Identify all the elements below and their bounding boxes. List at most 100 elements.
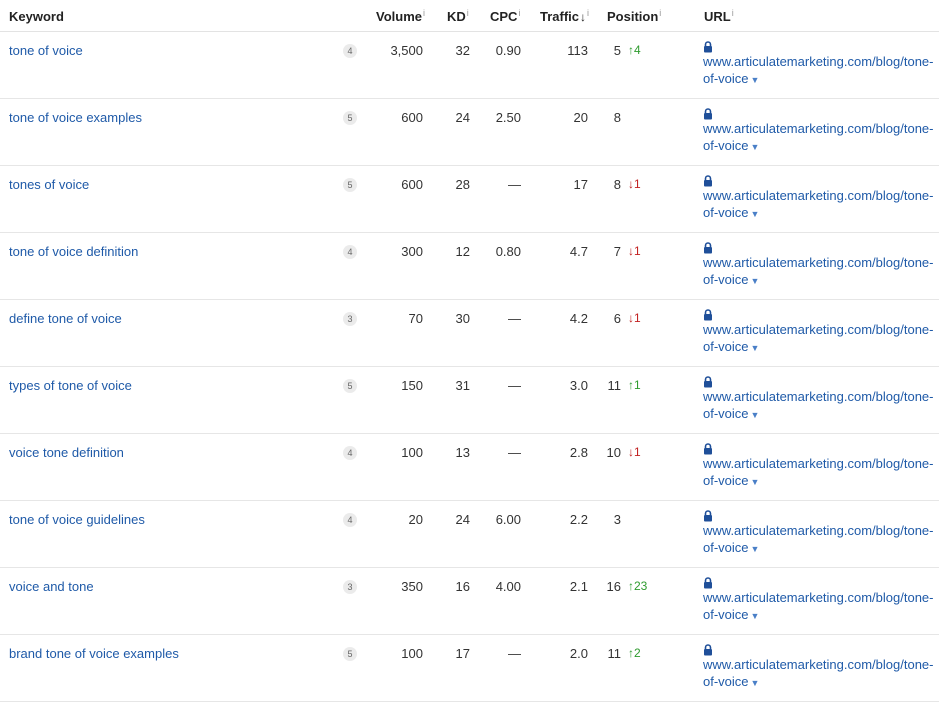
keyword-link[interactable]: voice tone definition (9, 445, 124, 460)
serp-features-badge[interactable]: 5 (343, 111, 357, 125)
traffic-value: 2.1 (569, 579, 588, 594)
url-text[interactable]: www.articulatemarketing.com/blog/tone-of… (703, 590, 934, 622)
url-link[interactable]: www.articulatemarketing.com/blog/tone-of… (703, 510, 935, 558)
cpc-value: — (508, 378, 521, 393)
traffic-value: 20 (573, 110, 588, 125)
url-text[interactable]: www.articulatemarketing.com/blog/tone-of… (703, 389, 934, 421)
url-link[interactable]: www.articulatemarketing.com/blog/tone-of… (703, 242, 935, 290)
position-change: ↑4 (628, 43, 641, 57)
keyword-link[interactable]: brand tone of voice examples (9, 646, 179, 661)
info-icon[interactable]: i (518, 8, 520, 18)
url-text[interactable]: www.articulatemarketing.com/blog/tone-of… (703, 255, 934, 287)
table-row: voice tone definition 4 100 13 — 2.8 10 … (0, 434, 939, 501)
url-text[interactable]: www.articulatemarketing.com/blog/tone-of… (703, 188, 934, 220)
url-link[interactable]: www.articulatemarketing.com/blog/tone-of… (703, 443, 935, 491)
url-link[interactable]: www.articulatemarketing.com/blog/tone-of… (703, 376, 935, 424)
position-value: 5 (613, 43, 621, 58)
table-row: define tone of voice 3 70 30 — 4.2 6 ↓1 … (0, 300, 939, 367)
url-text[interactable]: www.articulatemarketing.com/blog/tone-of… (703, 523, 934, 555)
position-value: 6 (613, 311, 621, 326)
traffic-value: 2.2 (569, 512, 588, 527)
caret-down-icon[interactable]: ▼ (751, 75, 760, 85)
lock-icon (704, 309, 712, 321)
header-volume[interactable]: Volumei (376, 8, 425, 24)
serp-features-badge[interactable]: 3 (343, 580, 357, 594)
serp-features-badge[interactable]: 5 (343, 178, 357, 192)
header-cpc[interactable]: CPCi (490, 8, 520, 24)
info-icon[interactable]: i (423, 8, 425, 18)
serp-features-badge[interactable]: 3 (343, 312, 357, 326)
caret-down-icon[interactable]: ▼ (751, 544, 760, 554)
url-link[interactable]: www.articulatemarketing.com/blog/tone-of… (703, 41, 935, 89)
lock-icon (704, 644, 712, 656)
kd-value: 24 (455, 110, 470, 125)
caret-down-icon[interactable]: ▼ (751, 611, 760, 621)
info-icon[interactable]: i (659, 8, 661, 18)
caret-down-icon[interactable]: ▼ (751, 477, 760, 487)
url-link[interactable]: www.articulatemarketing.com/blog/tone-of… (703, 644, 935, 692)
lock-icon (704, 108, 712, 120)
traffic-value: 2.8 (569, 445, 588, 460)
lock-icon (704, 376, 712, 388)
keyword-link[interactable]: voice and tone (9, 579, 94, 594)
url-text[interactable]: www.articulatemarketing.com/blog/tone-of… (703, 121, 934, 153)
caret-down-icon[interactable]: ▼ (751, 343, 760, 353)
cpc-value: 2.50 (495, 110, 521, 125)
kd-value: 32 (455, 43, 470, 58)
lock-icon (704, 41, 712, 53)
traffic-value: 4.2 (569, 311, 588, 326)
kd-value: 24 (455, 512, 470, 527)
caret-down-icon[interactable]: ▼ (751, 142, 760, 152)
keyword-link[interactable]: tone of voice guidelines (9, 512, 145, 527)
info-icon[interactable]: i (467, 8, 469, 18)
url-link[interactable]: www.articulatemarketing.com/blog/tone-of… (703, 309, 935, 357)
header-kd[interactable]: KDi (447, 8, 469, 24)
keyword-link[interactable]: types of tone of voice (9, 378, 132, 393)
kd-value: 28 (455, 177, 470, 192)
caret-down-icon[interactable]: ▼ (751, 678, 760, 688)
url-link[interactable]: www.articulatemarketing.com/blog/tone-of… (703, 175, 935, 223)
cpc-value: 4.00 (495, 579, 521, 594)
header-traffic[interactable]: Traffic↓i (540, 8, 589, 24)
serp-features-badge[interactable]: 4 (343, 513, 357, 527)
traffic-value: 3.0 (569, 378, 588, 393)
table-header: Keyword Volumei KDi CPCi Traffic↓i Posit… (0, 0, 939, 32)
serp-features-badge[interactable]: 4 (343, 245, 357, 259)
header-keyword-label: Keyword (9, 9, 64, 24)
url-link[interactable]: www.articulatemarketing.com/blog/tone-of… (703, 108, 935, 156)
keyword-link[interactable]: tone of voice examples (9, 110, 142, 125)
url-text[interactable]: www.articulatemarketing.com/blog/tone-of… (703, 322, 934, 354)
kd-value: 12 (455, 244, 470, 259)
table-row: tones of voice 5 600 28 — 17 8 ↓1 www.ar… (0, 166, 939, 233)
caret-down-icon[interactable]: ▼ (751, 209, 760, 219)
serp-features-badge[interactable]: 5 (343, 647, 357, 661)
volume-value: 600 (401, 110, 423, 125)
url-text[interactable]: www.articulatemarketing.com/blog/tone-of… (703, 657, 934, 689)
header-url-label: URL (704, 9, 731, 24)
serp-features-badge[interactable]: 4 (343, 44, 357, 58)
keyword-link[interactable]: define tone of voice (9, 311, 122, 326)
info-icon[interactable]: i (732, 8, 734, 18)
header-keyword[interactable]: Keyword (9, 9, 64, 24)
header-url[interactable]: URLi (704, 8, 734, 24)
serp-features-badge[interactable]: 4 (343, 446, 357, 460)
keyword-link[interactable]: tones of voice (9, 177, 89, 192)
keyword-link[interactable]: tone of voice (9, 43, 83, 58)
caret-down-icon[interactable]: ▼ (751, 410, 760, 420)
caret-down-icon[interactable]: ▼ (751, 276, 760, 286)
url-text[interactable]: www.articulatemarketing.com/blog/tone-of… (703, 456, 934, 488)
url-link[interactable]: www.articulatemarketing.com/blog/tone-of… (703, 577, 935, 625)
position-change: ↓1 (628, 311, 641, 325)
info-icon[interactable]: i (587, 8, 589, 18)
header-cpc-label: CPC (490, 9, 518, 24)
lock-icon (704, 577, 712, 589)
keyword-link[interactable]: tone of voice definition (9, 244, 138, 259)
table-row: tone of voice examples 5 600 24 2.50 20 … (0, 99, 939, 166)
serp-features-badge[interactable]: 5 (343, 379, 357, 393)
position-change: ↓1 (628, 177, 641, 191)
header-position[interactable]: Positioni (607, 8, 661, 24)
sort-down-icon[interactable]: ↓ (580, 10, 586, 24)
url-text[interactable]: www.articulatemarketing.com/blog/tone-of… (703, 54, 934, 86)
position-change: ↓1 (628, 244, 641, 258)
cpc-value: — (508, 646, 521, 661)
